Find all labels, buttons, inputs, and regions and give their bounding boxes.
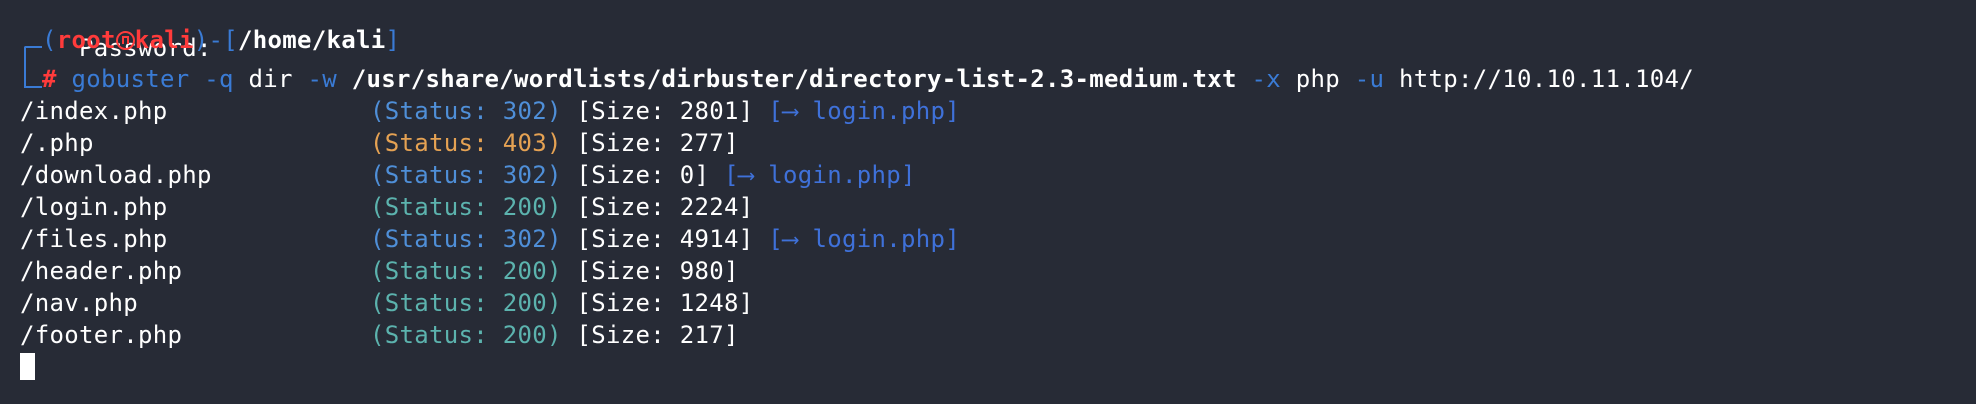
command-line[interactable]: # gobuster -q dir -w /usr/share/wordlist… bbox=[42, 63, 1694, 95]
result-row: /download.php (Status: 302) [Size: 0] [⟶ … bbox=[20, 159, 916, 191]
result-redirect: [⟶ login.php] bbox=[724, 161, 916, 189]
result-row: /header.php (Status: 200) [Size: 980] bbox=[20, 255, 739, 287]
command-ext: php bbox=[1295, 65, 1340, 93]
result-size: [Size: 4914] bbox=[576, 225, 754, 253]
result-path: /nav.php bbox=[20, 289, 138, 317]
prompt-frame-bottom bbox=[24, 74, 42, 88]
command-flag-q: -q bbox=[204, 65, 234, 93]
result-path: /index.php bbox=[20, 97, 168, 125]
prompt-line: (root kali)-[/home/kali] bbox=[42, 24, 400, 56]
command-program: gobuster bbox=[71, 65, 190, 93]
result-status: (Status: 302) bbox=[370, 97, 562, 125]
command-flag-u: -u bbox=[1354, 65, 1385, 93]
command-wordlist: /usr/share/wordlists/dirbuster/directory… bbox=[351, 65, 1237, 93]
result-redirect: [⟶ login.php] bbox=[768, 97, 960, 125]
result-row: /.php (Status: 403) [Size: 277] bbox=[20, 127, 739, 159]
result-size: [Size: 980] bbox=[576, 257, 739, 285]
prompt-cwd-close: ] bbox=[385, 26, 401, 54]
result-status: (Status: 302) bbox=[370, 161, 562, 189]
result-status: (Status: 403) bbox=[370, 129, 562, 157]
terminal-window[interactable]: Password: (root kali)-[/home/kali] # gobu… bbox=[0, 0, 1976, 404]
prompt-open-paren: ( bbox=[42, 26, 57, 54]
result-path: /header.php bbox=[20, 257, 183, 285]
command-mode: dir bbox=[248, 65, 293, 93]
result-size: [Size: 1248] bbox=[576, 289, 754, 317]
prompt-cwd: /home/kali bbox=[238, 26, 386, 54]
result-size: [Size: 277] bbox=[576, 129, 739, 157]
result-status: (Status: 302) bbox=[370, 225, 562, 253]
result-status: (Status: 200) bbox=[370, 257, 562, 285]
command-flag-w: -w bbox=[307, 65, 337, 93]
result-path: /.php bbox=[20, 129, 94, 157]
result-path: /login.php bbox=[20, 193, 168, 221]
result-row: /files.php (Status: 302) [Size: 4914] [⟶ … bbox=[20, 223, 960, 255]
result-size: [Size: 217] bbox=[576, 321, 739, 349]
prompt-dash: - bbox=[208, 26, 224, 54]
result-status: (Status: 200) bbox=[370, 193, 562, 221]
result-size: [Size: 2224] bbox=[576, 193, 754, 221]
result-redirect: [⟶ login.php] bbox=[768, 225, 960, 253]
result-row: /login.php (Status: 200) [Size: 2224] bbox=[20, 191, 754, 223]
result-size: [Size: 0] bbox=[576, 161, 710, 189]
result-path: /files.php bbox=[20, 225, 168, 253]
result-status: (Status: 200) bbox=[370, 321, 562, 349]
result-row: /footer.php (Status: 200) [Size: 217] bbox=[20, 319, 739, 351]
prompt-frame-top bbox=[24, 46, 42, 76]
prompt-user: root bbox=[56, 26, 116, 54]
prompt-cwd-open: [ bbox=[223, 26, 238, 54]
command-url: http://10.10.11.104/ bbox=[1398, 65, 1694, 93]
terminal-cursor[interactable] bbox=[20, 353, 35, 380]
command-flag-x: -x bbox=[1251, 65, 1281, 93]
result-size: [Size: 2801] bbox=[576, 97, 754, 125]
result-path: /footer.php bbox=[20, 321, 183, 349]
result-row: /nav.php (Status: 200) [Size: 1248] bbox=[20, 287, 754, 319]
prompt-hash: # bbox=[42, 65, 57, 93]
prompt-host: kali bbox=[134, 26, 194, 54]
result-status: (Status: 200) bbox=[370, 289, 562, 317]
result-path: /download.php bbox=[20, 161, 212, 189]
prompt-close-paren: ) bbox=[193, 26, 209, 54]
result-row: /index.php (Status: 302) [Size: 2801] [⟶ … bbox=[20, 95, 960, 127]
kali-skull-icon bbox=[115, 31, 135, 50]
